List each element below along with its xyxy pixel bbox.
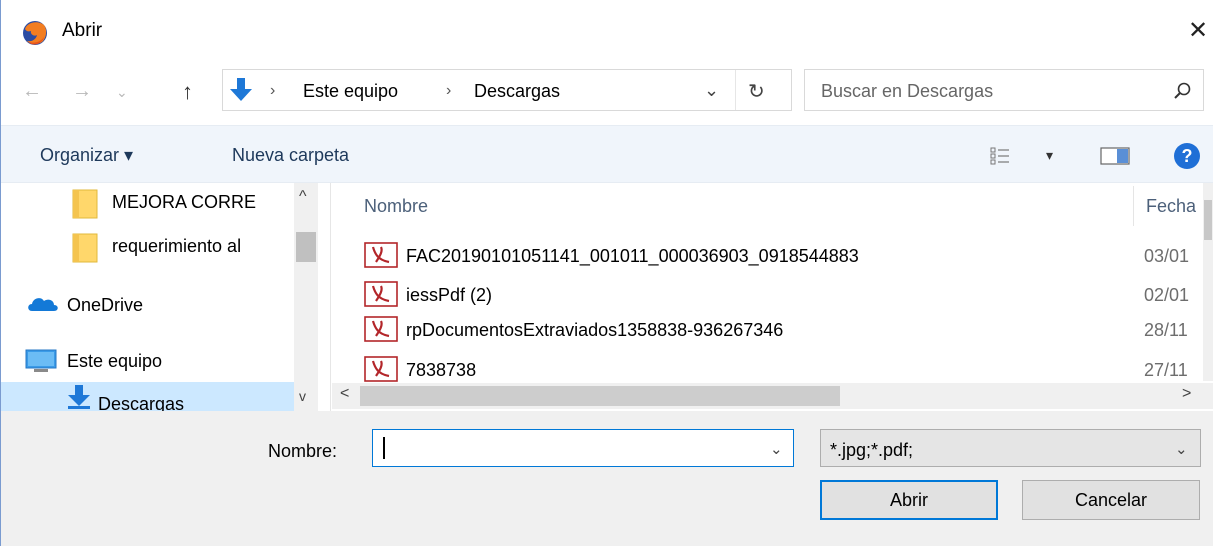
- onedrive-icon: [26, 293, 60, 313]
- file-name-dropdown-icon[interactable]: ⌄: [770, 440, 783, 458]
- column-header-name[interactable]: Nombre: [364, 196, 428, 217]
- recent-locations-button[interactable]: ⌄: [116, 84, 128, 101]
- sidebar-item-mejora-corre[interactable]: MEJORA CORRE: [112, 192, 292, 213]
- pdf-icon: [364, 242, 398, 268]
- sidebar-item-este-equipo[interactable]: Este equipo: [67, 351, 162, 372]
- close-button[interactable]: ✕: [1188, 16, 1213, 46]
- nav-scroll-up-button[interactable]: ^: [299, 188, 307, 206]
- file-name[interactable]: FAC20190101051141_001011_000036903_09185…: [406, 246, 859, 267]
- pdf-icon: [364, 316, 398, 342]
- horizontal-scroll-thumb[interactable]: [360, 386, 840, 406]
- breadcrumb-descargas[interactable]: Descargas: [474, 81, 560, 102]
- address-dropdown-icon[interactable]: ⌄: [704, 80, 719, 101]
- back-button[interactable]: ←: [22, 80, 42, 103]
- help-icon[interactable]: ?: [1173, 142, 1201, 170]
- file-name[interactable]: iessPdf (2): [406, 285, 492, 306]
- file-name[interactable]: 7838738: [406, 360, 476, 382]
- folder-icon: [72, 189, 98, 219]
- organize-button[interactable]: Organizar ▾: [40, 145, 133, 166]
- up-button[interactable]: ↑: [182, 79, 193, 105]
- nav-scrollbar[interactable]: [294, 183, 318, 411]
- column-separator[interactable]: [1133, 186, 1134, 226]
- file-date: 28/11: [1144, 320, 1188, 340]
- file-date: 03/01: [1144, 246, 1190, 266]
- breadcrumb-separator: ›: [446, 82, 452, 99]
- folder-icon: [72, 233, 98, 263]
- computer-icon: [24, 348, 58, 374]
- file-date: 27/11: [1144, 360, 1188, 380]
- scroll-left-button[interactable]: <: [340, 385, 349, 403]
- sidebar-item-requerimiento[interactable]: requerimiento al: [112, 236, 290, 257]
- column-header-date[interactable]: Fecha: [1146, 196, 1202, 217]
- breadcrumb-este-equipo[interactable]: Este equipo: [303, 81, 398, 102]
- file-name-label: Nombre:: [268, 441, 338, 461]
- title-bar: [0, 0, 1213, 64]
- nav-scrollbar-thumb[interactable]: [296, 232, 316, 262]
- breadcrumb-separator: ›: [270, 82, 276, 99]
- file-type-value: *.jpg;*.pdf;: [830, 440, 914, 460]
- pdf-icon: [364, 281, 398, 307]
- firefox-icon: [22, 20, 48, 46]
- file-name[interactable]: rpDocumentosExtraviados1358838-936267346: [406, 320, 783, 341]
- pdf-icon: [364, 356, 398, 382]
- preview-pane-icon[interactable]: [1100, 146, 1130, 166]
- address-divider: [735, 70, 736, 110]
- pane-divider[interactable]: [330, 183, 331, 411]
- refresh-button[interactable]: ↻: [748, 79, 765, 104]
- downloads-arrow-icon: [228, 76, 254, 104]
- file-date: 02/01: [1144, 285, 1190, 305]
- forward-button[interactable]: →: [72, 80, 92, 103]
- text-cursor: [383, 437, 385, 459]
- downloads-icon: [66, 384, 92, 410]
- view-options-icon[interactable]: [990, 146, 1010, 166]
- file-name-input[interactable]: [372, 429, 794, 467]
- open-button[interactable]: Abrir: [820, 480, 998, 520]
- scroll-right-button[interactable]: >: [1182, 385, 1191, 403]
- sidebar-item-descargas[interactable]: Descargas: [98, 394, 184, 411]
- sidebar-item-onedrive[interactable]: OneDrive: [67, 295, 143, 316]
- search-placeholder: Buscar en Descargas: [821, 81, 994, 101]
- window-title: Abrir: [62, 20, 103, 41]
- new-folder-button[interactable]: Nueva carpeta: [232, 145, 349, 166]
- view-dropdown-icon[interactable]: ▾: [1046, 147, 1053, 164]
- search-icon[interactable]: [1173, 81, 1193, 101]
- file-list-vertical-scroll-thumb[interactable]: [1204, 200, 1212, 240]
- svg-text:?: ?: [1182, 146, 1193, 166]
- cancel-button[interactable]: Cancelar: [1022, 480, 1200, 520]
- nav-scroll-down-button[interactable]: v: [299, 388, 306, 404]
- file-type-dropdown-icon[interactable]: ⌄: [1175, 440, 1188, 458]
- toolbar: [0, 125, 1213, 183]
